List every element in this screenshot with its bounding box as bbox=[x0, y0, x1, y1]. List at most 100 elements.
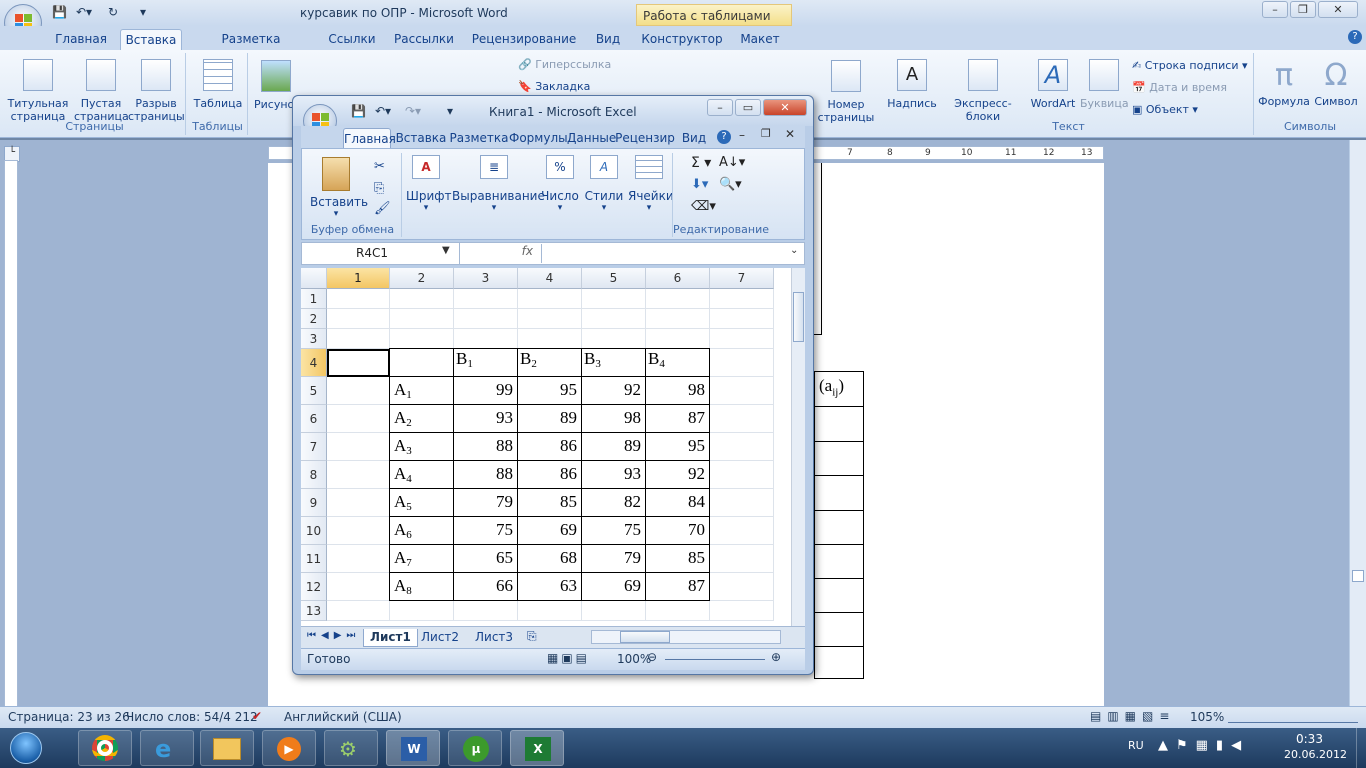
excel-scroll-thumb[interactable] bbox=[793, 292, 804, 342]
grid-cell[interactable] bbox=[710, 573, 774, 601]
grid-cell[interactable] bbox=[327, 601, 390, 621]
close-icon[interactable]: ✕ bbox=[1318, 1, 1358, 18]
tab-layout[interactable]: Макет bbox=[734, 29, 786, 50]
grid-cell[interactable] bbox=[327, 309, 390, 329]
table-row-label[interactable]: A7 bbox=[389, 544, 454, 573]
sheet-nav-icons[interactable]: ⏮◀▶⏭ bbox=[307, 630, 360, 641]
table-value-cell[interactable]: 65 bbox=[453, 544, 518, 573]
grid-cell[interactable] bbox=[454, 329, 518, 349]
table-value-cell[interactable]: 69 bbox=[517, 516, 582, 545]
grid-cell[interactable] bbox=[390, 329, 454, 349]
fill-icon[interactable]: ⬇▾ bbox=[691, 177, 708, 192]
name-box-dropdown-icon[interactable]: ▼ bbox=[442, 245, 450, 256]
tab-design[interactable]: Конструктор bbox=[640, 29, 724, 50]
grid-cell[interactable] bbox=[518, 289, 582, 309]
zoom-out-icon[interactable]: ⊖ bbox=[647, 650, 657, 664]
table-value-cell[interactable]: 89 bbox=[581, 432, 646, 461]
column-header[interactable]: 2 bbox=[390, 268, 454, 289]
excel-view-buttons[interactable]: ▦▣▤ bbox=[547, 651, 590, 665]
clock-date[interactable]: 20.06.2012 bbox=[1284, 748, 1347, 761]
zoom-level[interactable]: 105% bbox=[1190, 710, 1224, 724]
dropcap-button[interactable]: Буквица bbox=[1080, 59, 1129, 110]
ie-icon[interactable]: e bbox=[140, 730, 194, 766]
column-header[interactable]: 3 bbox=[454, 268, 518, 289]
table-value-cell[interactable]: 84 bbox=[645, 488, 710, 517]
redo-icon[interactable]: ↻ bbox=[108, 5, 118, 19]
grid-cell[interactable] bbox=[327, 545, 390, 573]
table-value-cell[interactable]: 95 bbox=[645, 432, 710, 461]
table-value-cell[interactable]: 63 bbox=[517, 572, 582, 601]
grid-cell[interactable] bbox=[390, 289, 454, 309]
grid-cell[interactable] bbox=[710, 601, 774, 621]
grid-cell[interactable] bbox=[390, 309, 454, 329]
show-desktop-button[interactable] bbox=[1356, 728, 1366, 768]
grid-cell[interactable] bbox=[646, 289, 710, 309]
minimize-icon[interactable]: – bbox=[1262, 1, 1288, 18]
grid-cell[interactable] bbox=[646, 329, 710, 349]
grid-cell[interactable] bbox=[327, 405, 390, 433]
view-buttons[interactable]: ▤▥▦▧≡ bbox=[1090, 709, 1175, 723]
table-row-label[interactable]: A6 bbox=[389, 516, 454, 545]
grid-cell[interactable] bbox=[646, 309, 710, 329]
grid-cell[interactable] bbox=[518, 601, 582, 621]
word-vertical-scrollbar[interactable] bbox=[1349, 140, 1366, 706]
grid-cell[interactable] bbox=[710, 405, 774, 433]
sheet-tab-2[interactable]: Лист2 bbox=[415, 629, 465, 647]
table-value-cell[interactable]: 92 bbox=[581, 376, 646, 405]
bookmark-button[interactable]: 🔖 Закладка bbox=[518, 80, 590, 93]
excel-tab-page-layout[interactable]: Разметка с bbox=[449, 128, 509, 159]
paste-button[interactable]: Вставить ▾ bbox=[310, 157, 368, 219]
row-header[interactable]: 7 bbox=[301, 433, 327, 461]
object-button[interactable]: ▣ Объект ▾ bbox=[1132, 103, 1198, 116]
grid-cell[interactable] bbox=[327, 517, 390, 545]
ribbon-restore-icon[interactable]: ❐ bbox=[761, 127, 771, 140]
column-header[interactable]: 5 bbox=[582, 268, 646, 289]
grid-cell[interactable] bbox=[710, 545, 774, 573]
grid-cell[interactable] bbox=[454, 601, 518, 621]
page-break-button[interactable]: Разрыв страницы bbox=[128, 59, 185, 123]
tab-home[interactable]: Главная bbox=[44, 29, 118, 50]
grid-cell[interactable] bbox=[327, 329, 390, 349]
grid-cell[interactable] bbox=[454, 309, 518, 329]
table-value-cell[interactable]: 85 bbox=[517, 488, 582, 517]
table-value-cell[interactable]: 75 bbox=[453, 516, 518, 545]
page-number-button[interactable]: Номер страницы bbox=[814, 60, 878, 124]
table-value-cell[interactable]: 88 bbox=[453, 460, 518, 489]
zoom-slider[interactable] bbox=[1228, 711, 1358, 723]
excel-tab-view[interactable]: Вид bbox=[679, 128, 709, 148]
tab-review[interactable]: Рецензирование bbox=[468, 29, 580, 50]
grid-cell[interactable] bbox=[710, 309, 774, 329]
tab-references[interactable]: Ссылки bbox=[322, 29, 382, 50]
word-icon[interactable]: W bbox=[386, 730, 440, 766]
excel-maximize-icon[interactable]: ▭ bbox=[735, 99, 761, 116]
active-cell[interactable] bbox=[327, 349, 390, 377]
grid-cell[interactable] bbox=[518, 329, 582, 349]
ribbon-minimize-icon[interactable]: – bbox=[739, 128, 745, 142]
grid-cell[interactable] bbox=[710, 517, 774, 545]
customize-qat-icon[interactable]: ▾ bbox=[140, 5, 146, 19]
table-header-cell[interactable]: B3 bbox=[581, 348, 646, 377]
row-header[interactable]: 1 bbox=[301, 289, 327, 309]
grid-cell[interactable] bbox=[327, 573, 390, 601]
table-corner-cell[interactable] bbox=[389, 348, 454, 377]
title-page-button[interactable]: Титульная страница bbox=[6, 59, 70, 123]
maximize-icon[interactable]: ❐ bbox=[1290, 1, 1316, 18]
excel-tab-data[interactable]: Данные bbox=[567, 128, 616, 148]
explorer-icon[interactable] bbox=[200, 730, 254, 766]
row-header[interactable]: 12 bbox=[301, 573, 327, 601]
clock-time[interactable]: 0:33 bbox=[1296, 732, 1323, 746]
table-value-cell[interactable]: 85 bbox=[645, 544, 710, 573]
grid-cell[interactable] bbox=[710, 289, 774, 309]
table-header-cell[interactable]: B4 bbox=[645, 348, 710, 377]
tab-mailings[interactable]: Рассылки bbox=[390, 29, 458, 50]
network-icon[interactable]: ⚙ bbox=[324, 730, 378, 766]
table-value-cell[interactable]: 95 bbox=[517, 376, 582, 405]
excel-minimize-icon[interactable]: – bbox=[707, 99, 733, 116]
blank-page-button[interactable]: Пустая страница bbox=[74, 59, 129, 123]
column-header[interactable]: 7 bbox=[710, 268, 774, 289]
table-button[interactable]: Таблица bbox=[192, 59, 244, 110]
save-icon[interactable]: 💾 bbox=[52, 5, 67, 19]
hyperlink-button[interactable]: 🔗 Гиперссылка bbox=[518, 58, 611, 71]
name-box[interactable]: R4C1 bbox=[302, 243, 460, 264]
vertical-ruler[interactable] bbox=[4, 160, 18, 708]
